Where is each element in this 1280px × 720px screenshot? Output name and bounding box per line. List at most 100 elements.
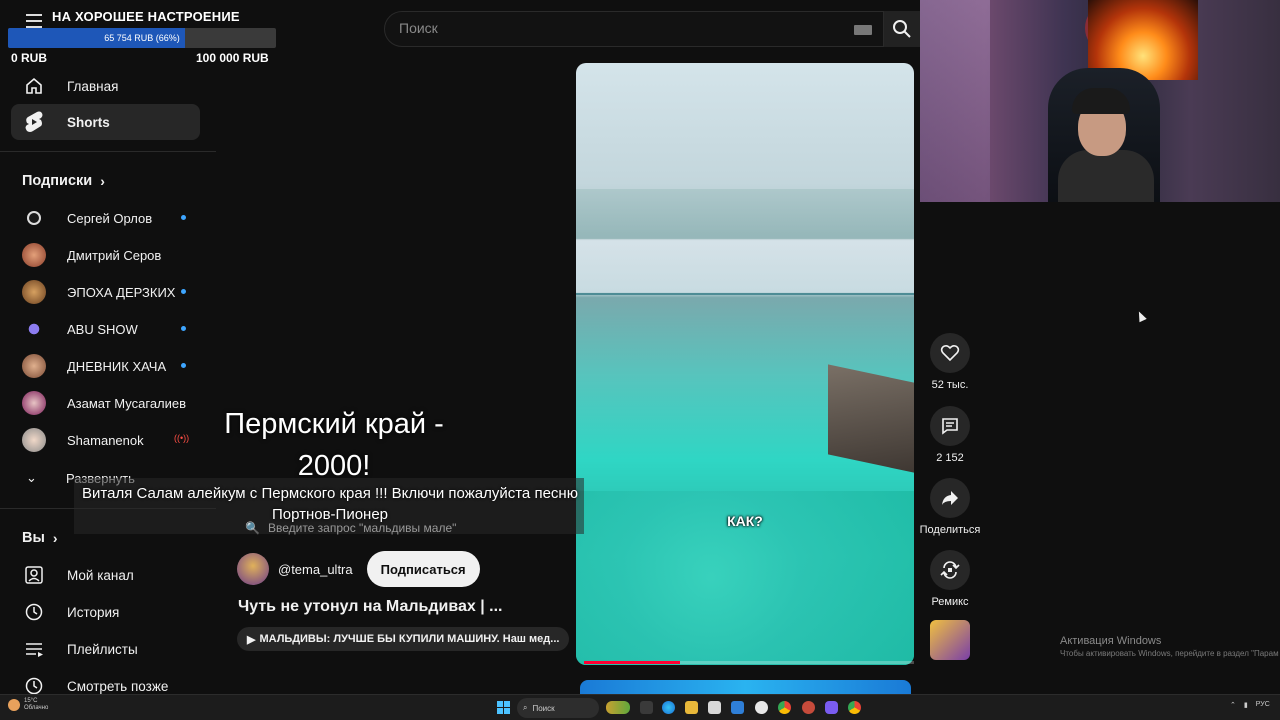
windows-taskbar: 15°C Облачно ⌕ Поиск ⌃ ▮ РУС [0, 694, 1280, 720]
mini-search-bar: 🔍 Введите запрос "мальдивы мале" [245, 517, 493, 539]
next-short-preview[interactable] [580, 680, 911, 694]
sub-item-label: Shamanenok [67, 432, 144, 448]
video-horizon [576, 293, 914, 295]
avatar [22, 391, 46, 415]
sidebar-sub-item[interactable]: Дмитрий Серов [11, 237, 200, 273]
mic-icon: ▮ [1243, 702, 1248, 709]
remix-icon [940, 561, 960, 579]
sidebar-item-shorts[interactable]: Shorts [11, 104, 200, 140]
chrome-icon[interactable] [778, 701, 791, 714]
remix-label: Ремикс [931, 596, 969, 608]
screen: Главная Shorts Подписки › Сергей Орлов Д… [0, 0, 1280, 720]
sidebar-sub-item[interactable]: Сергей Орлов [11, 200, 200, 236]
share-button[interactable] [930, 478, 970, 518]
avatar [22, 354, 46, 378]
obs-icon[interactable] [825, 701, 838, 714]
play-icon: ▶ [247, 633, 256, 646]
heart-icon [940, 344, 960, 362]
remix-action: Ремикс [918, 550, 982, 608]
live-icon: ((•)) [174, 433, 190, 443]
sidebar-item-my-channel[interactable]: Мой канал [11, 557, 200, 593]
channel-row: @tema_ultra Подписаться [237, 551, 480, 587]
streamer-webcam [920, 0, 1280, 202]
keyboard-icon[interactable] [854, 25, 872, 35]
like-action: 52 тыс. [918, 333, 982, 391]
widget-app-icon[interactable] [606, 701, 630, 714]
channel-icon [22, 563, 46, 587]
video-caption: КАК? [727, 513, 763, 529]
task-view-icon[interactable] [640, 701, 653, 714]
sidebar-sub-item[interactable]: Shamanenok ((•)) [11, 422, 200, 458]
weather-desc: Облачно [24, 705, 49, 711]
search-box [384, 11, 884, 47]
stream-alert-line: Пермский край - [224, 408, 444, 440]
chevron-right-icon: › [100, 173, 105, 189]
app-icon[interactable] [802, 701, 815, 714]
avatar[interactable] [237, 553, 269, 585]
share-label: Поделиться [919, 524, 981, 536]
sub-item-label: ДНЕВНИК ХАЧА [67, 358, 167, 374]
share-action: Поделиться [918, 478, 982, 536]
video-dock [828, 364, 914, 476]
new-content-dot [181, 215, 186, 220]
search-button[interactable] [884, 11, 920, 47]
video-progress-bar[interactable] [584, 661, 914, 664]
donation-min-label: 0 RUB [11, 51, 48, 65]
shorts-icon [22, 110, 46, 134]
you-header[interactable]: Вы › [22, 530, 58, 546]
windows-start-icon[interactable] [497, 701, 510, 714]
avatar [22, 428, 46, 452]
store-icon[interactable] [708, 701, 721, 714]
sidebar-sub-item[interactable]: ЭПОХА ДЕРЗКИХ [11, 274, 200, 310]
donation-title: НА ХОРОШЕЕ НАСТРОЕНИЕ [52, 9, 240, 24]
donation-progress-bar: 65 754 RUB (66%) [8, 28, 276, 48]
taskbar-search[interactable]: ⌕ Поиск [517, 698, 599, 718]
sidebar-item-label: История [67, 604, 120, 620]
chevron-down-icon: ⌄ [26, 470, 37, 485]
mail-icon[interactable] [731, 701, 744, 714]
sidebar-item-home[interactable]: Главная [11, 68, 200, 104]
comment-count: 2 152 [936, 452, 964, 464]
subscribe-button[interactable]: Подписаться [366, 551, 480, 587]
new-content-dot [181, 326, 186, 331]
remix-button[interactable] [930, 550, 970, 590]
sidebar-sub-item[interactable]: ABU SHOW [11, 311, 200, 347]
like-count: 52 тыс. [931, 379, 969, 391]
sidebar-item-history[interactable]: История [11, 594, 200, 630]
sidebar-item-label: Плейлисты [67, 641, 138, 657]
mini-search-placeholder: Введите запрос "мальдивы мале" [267, 521, 457, 535]
weather-widget[interactable]: 15°C Облачно [8, 698, 48, 712]
comment-icon [942, 418, 958, 435]
webcam-light [920, 0, 990, 202]
short-title[interactable]: Чуть не утонул на Мальдивах | ... [238, 598, 502, 616]
yandex-icon[interactable] [755, 701, 768, 714]
new-content-dot [181, 289, 186, 294]
donation-progress-label: 65 754 RUB (66%) [104, 33, 180, 43]
donation-max-label: 100 000 RUB [196, 51, 269, 65]
search-input[interactable] [399, 20, 839, 36]
sidebar: Главная Shorts Подписки › Сергей Орлов Д… [0, 68, 216, 695]
music-pill[interactable]: ▶ МАЛЬДИВЫ: ЛУЧШЕ БЫ КУПИЛИ МАШИНУ. Наш … [237, 627, 570, 651]
sidebar-item-playlists[interactable]: Плейлисты [11, 631, 200, 667]
sub-item-label: Сергей Орлов [67, 210, 153, 226]
file-explorer-icon[interactable] [685, 701, 698, 714]
sound-thumbnail[interactable] [930, 620, 970, 660]
sidebar-sub-item[interactable]: Азамат Мусагалиев [11, 385, 200, 421]
comment-button[interactable] [930, 406, 970, 446]
windows-activation-title: Активация Windows [1060, 635, 1162, 647]
music-title: МАЛЬДИВЫ: ЛУЧШЕ БЫ КУПИЛИ МАШИНУ. Наш ме… [259, 633, 560, 645]
avatar [27, 211, 41, 225]
sidebar-item-label: Смотреть позже [67, 678, 169, 694]
video-progress-fill [584, 661, 680, 664]
like-button[interactable] [930, 333, 970, 373]
comment-action: 2 152 [918, 406, 982, 464]
sidebar-sub-item[interactable]: ДНЕВНИК ХАЧА [11, 348, 200, 384]
channel-handle[interactable]: @tema_ultra [278, 562, 353, 577]
short-video-player[interactable]: КАК? [576, 63, 914, 665]
edge-browser-icon[interactable] [662, 701, 675, 714]
chrome-icon[interactable] [848, 701, 861, 714]
system-tray[interactable]: ⌃ ▮ РУС [1230, 701, 1270, 709]
subscriptions-header[interactable]: Подписки › [22, 173, 105, 189]
sidebar-item-label: Мой канал [67, 567, 134, 583]
chevron-up-icon: ⌃ [1230, 702, 1236, 709]
